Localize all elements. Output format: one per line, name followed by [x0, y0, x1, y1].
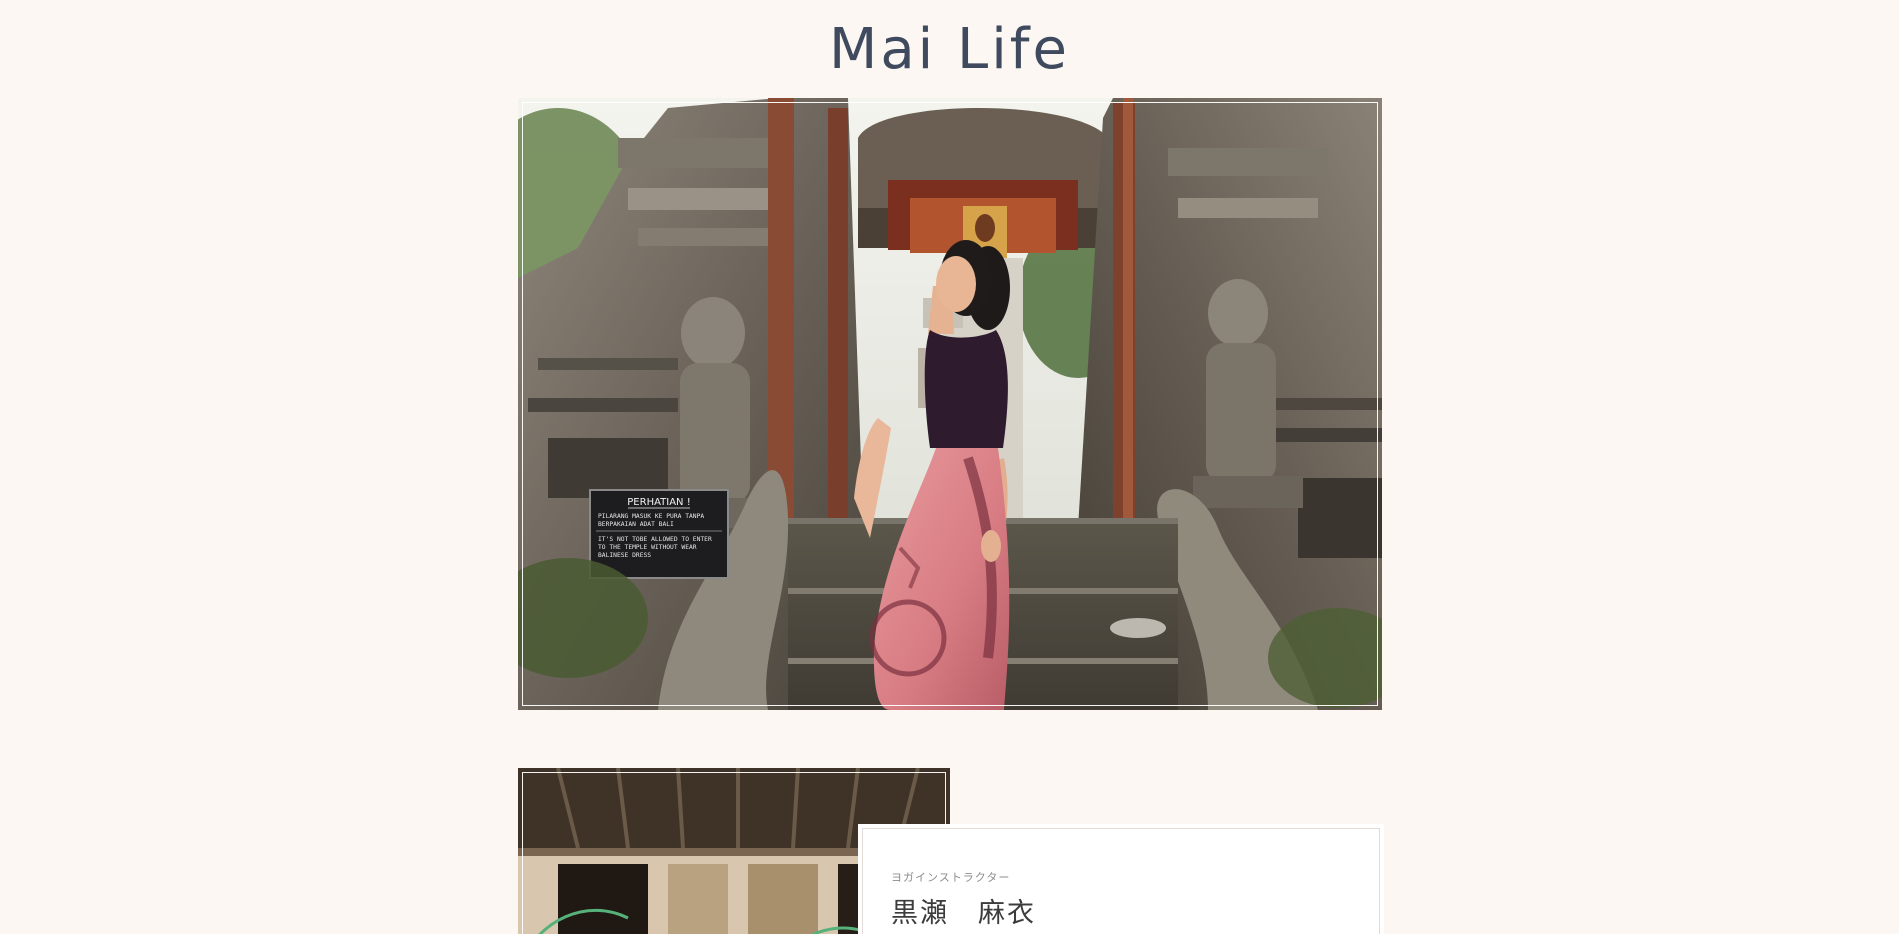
sign-line-4: TO THE TEMPLE WITHOUT WEAR	[598, 544, 697, 551]
sign-heading: PERHATIAN !	[627, 497, 690, 508]
temple-photo-illustration: PERHATIAN ! PILARANG MASUK KE PURA TANPA…	[518, 98, 1382, 710]
temple-sign: PERHATIAN ! PILARANG MASUK KE PURA TANPA…	[589, 489, 729, 579]
site-title[interactable]: Mai Life	[0, 14, 1899, 86]
sign-line-1: PILARANG MASUK KE PURA TANPA	[598, 513, 704, 520]
profile-card: ヨガインストラクター 黒瀬 麻衣	[862, 828, 1380, 934]
hero-photo: PERHATIAN ! PILARANG MASUK KE PURA TANPA…	[518, 98, 1382, 710]
page: Mai Life PERHATIAN ! PILARANG MASUK KE P…	[0, 0, 1899, 934]
sign-line-3: IT'S NOT TOBE ALLOWED TO ENTER	[598, 536, 712, 543]
profile-name: 黒瀬 麻衣	[891, 898, 1036, 929]
sign-line-5: BALINESE DRESS	[598, 552, 651, 559]
profile-role: ヨガインストラクター	[891, 871, 1011, 884]
sign-line-2: BERPAKAIAN ADAT BALI	[598, 521, 674, 528]
